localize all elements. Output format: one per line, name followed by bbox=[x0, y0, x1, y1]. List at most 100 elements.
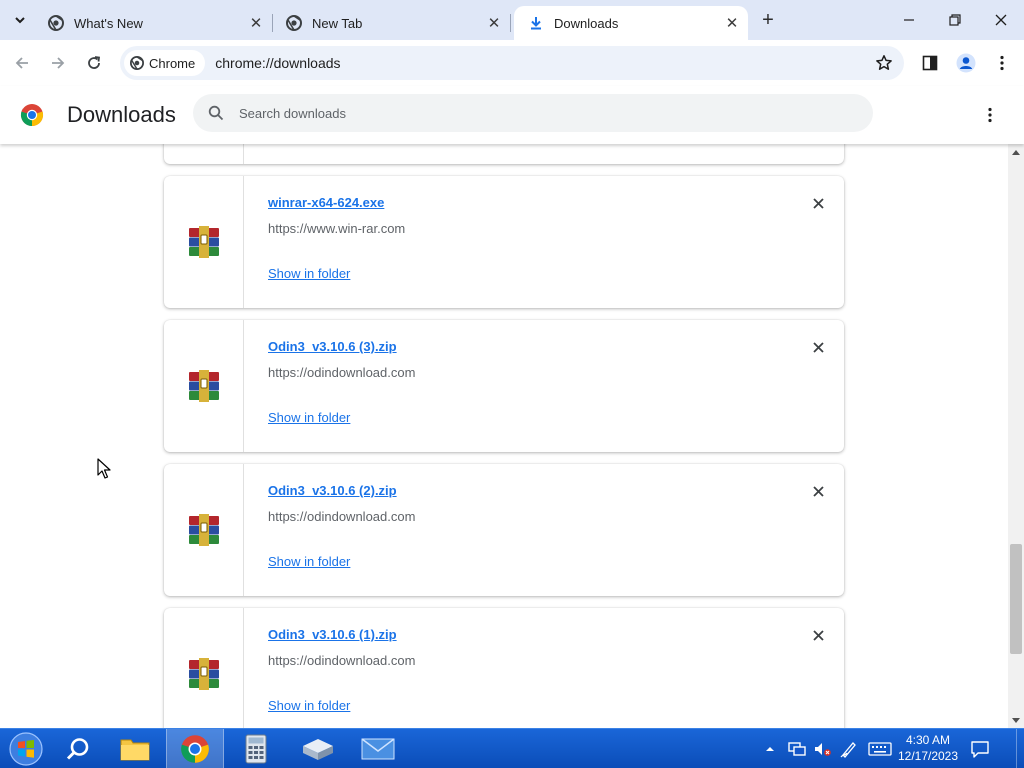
minimize-icon bbox=[904, 19, 914, 21]
download-card: Odin3_v3.10.6 (1).zip https://odindownlo… bbox=[164, 608, 844, 728]
side-panel-icon bbox=[922, 55, 938, 71]
file-name-link[interactable]: winrar-x64-624.exe bbox=[268, 195, 384, 210]
show-in-folder-link[interactable]: Show in folder bbox=[268, 266, 350, 281]
download-card: winrar-x64-624.exe https://www.win-rar.c… bbox=[164, 176, 844, 308]
file-icon-column bbox=[164, 464, 244, 596]
new-tab-button[interactable]: + bbox=[756, 8, 780, 32]
file-name-link[interactable]: Odin3_v3.10.6 (1).zip bbox=[268, 627, 397, 642]
show-in-folder-link[interactable]: Show in folder bbox=[268, 554, 350, 569]
taskbar-search[interactable] bbox=[49, 729, 107, 768]
arrow-right-icon bbox=[52, 57, 65, 69]
file-icon-column bbox=[164, 608, 244, 728]
side-panel-button[interactable] bbox=[916, 49, 944, 77]
file-name-link[interactable]: Odin3_v3.10.6 (2).zip bbox=[268, 483, 397, 498]
more-vert-icon bbox=[988, 107, 992, 123]
tab-search-button[interactable] bbox=[6, 6, 34, 34]
close-window-button[interactable] bbox=[978, 0, 1024, 40]
search-downloads-box[interactable] bbox=[193, 94, 873, 132]
source-url: https://www.win-rar.com bbox=[268, 221, 406, 236]
taskbar-file-explorer[interactable] bbox=[106, 729, 164, 768]
tab-title: What's New bbox=[74, 15, 143, 31]
show-in-folder-link[interactable]: Show in folder bbox=[268, 698, 350, 713]
remove-from-list-button[interactable] bbox=[808, 625, 828, 645]
tray-overflow-arrow-icon[interactable] bbox=[764, 743, 776, 755]
start-button[interactable] bbox=[6, 730, 46, 768]
download-card: Odin3_v3.10.6 (2).zip https://odindownlo… bbox=[164, 464, 844, 596]
forward-button[interactable] bbox=[44, 49, 72, 77]
chrome-menu-button[interactable] bbox=[988, 49, 1016, 77]
minimize-button[interactable] bbox=[886, 0, 932, 40]
chrome-logo-icon bbox=[181, 735, 209, 763]
plus-icon: + bbox=[762, 8, 774, 31]
remove-from-list-button[interactable] bbox=[808, 481, 828, 501]
remove-from-list-button[interactable] bbox=[808, 337, 828, 357]
folder-icon bbox=[120, 739, 150, 761]
tab-whats-new[interactable]: What's New ✕ bbox=[34, 6, 273, 40]
show-desktop-button[interactable] bbox=[1016, 729, 1024, 768]
show-in-folder-link[interactable]: Show in folder bbox=[268, 410, 350, 425]
notification-icon bbox=[971, 741, 989, 758]
action-center-button[interactable] bbox=[970, 739, 990, 764]
close-icon bbox=[812, 341, 824, 353]
file-icon-column bbox=[164, 144, 244, 164]
address-bar[interactable]: Chrome chrome://downloads bbox=[120, 46, 904, 80]
file-icon-column bbox=[164, 320, 244, 452]
bookmark-star-button[interactable] bbox=[874, 53, 894, 73]
winrar-archive-icon bbox=[188, 226, 219, 258]
search-input[interactable] bbox=[239, 105, 839, 121]
scrollbar-thumb[interactable] bbox=[1010, 544, 1022, 654]
back-button[interactable] bbox=[8, 49, 36, 77]
volume-muted-icon[interactable] bbox=[814, 741, 832, 757]
downloads-header: Downloads bbox=[0, 86, 1024, 144]
tab-new-tab[interactable]: New Tab ✕ bbox=[272, 6, 511, 40]
chrome-logo-icon bbox=[20, 104, 44, 127]
tab-title: New Tab bbox=[312, 15, 363, 31]
tab-close-icon[interactable]: ✕ bbox=[246, 13, 266, 33]
chrome-icon bbox=[130, 56, 144, 70]
pen-icon[interactable] bbox=[840, 740, 858, 758]
download-card: Odin3_v3.10.6 (3).zip https://odindownlo… bbox=[164, 320, 844, 452]
tab-downloads[interactable]: Downloads ✕ bbox=[514, 6, 748, 40]
tab-close-icon[interactable]: ✕ bbox=[722, 13, 742, 33]
chip-label: Chrome bbox=[149, 55, 196, 71]
remove-from-list-button[interactable] bbox=[808, 193, 828, 213]
source-url: https://odindownload.com bbox=[268, 509, 416, 524]
file-icon-column bbox=[164, 176, 244, 308]
browser-toolbar: Chrome chrome://downloads bbox=[0, 40, 1024, 86]
mail-icon bbox=[361, 738, 395, 760]
reload-button[interactable] bbox=[80, 49, 108, 77]
clock-date: 12/17/2023 bbox=[897, 749, 959, 763]
keyboard-icon[interactable] bbox=[868, 741, 892, 757]
profile-avatar-icon bbox=[956, 53, 976, 73]
system-tray bbox=[764, 729, 892, 768]
reload-icon bbox=[88, 56, 101, 69]
tab-title: Downloads bbox=[554, 15, 619, 31]
mouse-cursor-icon bbox=[97, 458, 111, 479]
profile-button[interactable] bbox=[952, 49, 980, 77]
page-title: Downloads bbox=[67, 102, 176, 127]
chevron-down-icon bbox=[15, 17, 25, 24]
restore-button[interactable] bbox=[932, 0, 978, 40]
taskbar-mail[interactable] bbox=[349, 729, 407, 768]
tab-close-icon[interactable]: ✕ bbox=[484, 13, 504, 33]
file-name-link[interactable]: Odin3_v3.10.6 (3).zip bbox=[268, 339, 397, 354]
arrow-left-icon bbox=[15, 57, 28, 69]
winrar-archive-icon bbox=[188, 514, 219, 546]
taskbar-calculator[interactable] bbox=[227, 729, 285, 768]
scroll-up-arrow-icon[interactable] bbox=[1011, 148, 1021, 156]
restore-icon bbox=[949, 14, 961, 26]
close-icon bbox=[812, 629, 824, 641]
taskbar-package-app[interactable] bbox=[289, 729, 347, 768]
downloads-menu-button[interactable] bbox=[978, 103, 1002, 127]
url-text[interactable]: chrome://downloads bbox=[215, 55, 340, 71]
page-scrollbar[interactable] bbox=[1008, 144, 1024, 728]
taskbar-chrome[interactable] bbox=[166, 729, 224, 768]
network-icon[interactable] bbox=[788, 741, 806, 757]
more-vert-icon bbox=[1000, 55, 1004, 71]
taskbar-clock[interactable]: 4:30 AM 12/17/2023 bbox=[896, 732, 960, 764]
package-icon bbox=[303, 739, 333, 760]
scroll-down-arrow-icon[interactable] bbox=[1011, 717, 1021, 725]
tab-strip: What's New ✕ New Tab ✕ Downloads ✕ + bbox=[0, 0, 1024, 40]
site-info-chip[interactable]: Chrome bbox=[124, 50, 206, 76]
winrar-archive-icon bbox=[188, 658, 219, 690]
